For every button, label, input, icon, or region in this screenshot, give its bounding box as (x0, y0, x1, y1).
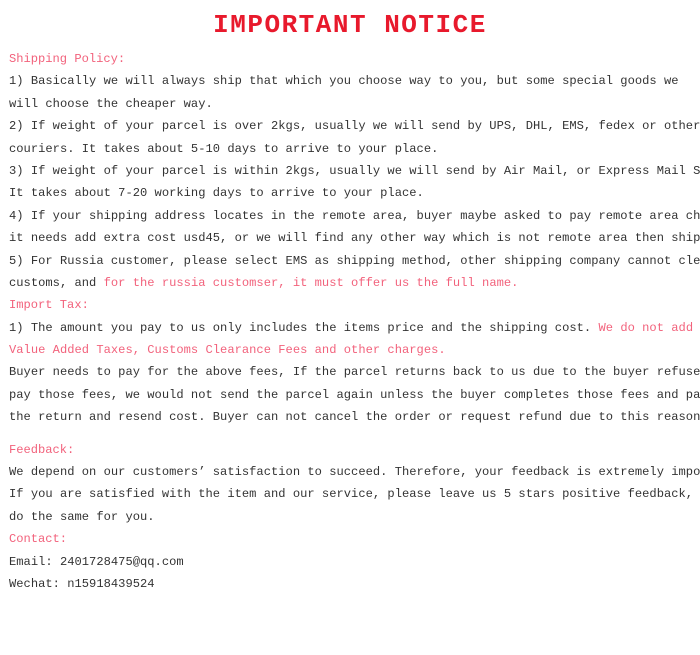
page-title: IMPORTANT NOTICE (213, 10, 487, 40)
section-heading: Feedback: (9, 442, 75, 457)
notice-line: the return and resend cost. Buyer can no… (9, 406, 700, 428)
notice-line: 1) Basically we will always ship that wh… (9, 70, 692, 92)
notice-line: do the same for you. (9, 506, 692, 528)
body-text: it needs add extra cost usd45, or we wil… (9, 231, 700, 246)
notice-line: 4) If your shipping address locates in t… (9, 205, 700, 227)
notice-line: Buyer needs to pay for the above fees, I… (9, 361, 700, 383)
notice-line: it needs add extra cost usd45, or we wil… (9, 227, 700, 249)
notice-line: customs, and for the russia customser, i… (9, 272, 692, 294)
notice-line: pay those fees, we would not send the pa… (9, 384, 700, 406)
body-text: Buyer needs to pay for the above fees, I… (9, 365, 700, 380)
notice-line: 2) If weight of your parcel is over 2kgs… (9, 115, 700, 137)
notice-line: If you are satisfied with the item and o… (9, 483, 693, 505)
body-text: do the same for you. (9, 509, 155, 524)
notice-section: Feedback: We depend on our customers’ sat… (9, 439, 700, 529)
body-text: will choose the cheaper way. (9, 96, 213, 111)
body-text: It takes about 7-20 working days to arri… (9, 186, 424, 201)
notice-line: We depend on our customers’ satisfaction… (9, 461, 700, 483)
notice-body: Shipping Policy: 1) Basically we will alw… (0, 48, 700, 595)
notice-page: IMPORTANT NOTICE Shipping Policy: 1) Basi… (0, 0, 700, 655)
body-text: Email: 2401728475@qq.com (9, 554, 184, 569)
body-text: 1) Basically we will always ship that wh… (9, 74, 679, 89)
body-text: 5) For Russia customer, please select EM… (9, 253, 700, 268)
body-text: the return and resend cost. Buyer can no… (9, 410, 700, 425)
emphasis-text: for the russia customser, it must offer … (103, 275, 519, 290)
body-text: couriers. It takes about 5-10 days to ar… (9, 141, 439, 156)
notice-line: will choose the cheaper way. (9, 93, 692, 115)
section-heading: Import Tax: (9, 298, 89, 313)
notice-line: It takes about 7-20 working days to arri… (9, 182, 692, 204)
body-text: We depend on our customers’ satisfaction… (9, 465, 700, 480)
body-text: 2) If weight of your parcel is over 2kgs… (9, 119, 700, 134)
notice-line: 3) If weight of your parcel is within 2k… (9, 160, 700, 182)
notice-line: Wechat: n15918439524 (9, 573, 692, 595)
notice-section: Import Tax: 1) The amount you pay to us o… (9, 294, 700, 428)
notice-section: Shipping Policy: 1) Basically we will alw… (9, 48, 700, 294)
notice-line: 5) For Russia customer, please select EM… (9, 250, 700, 272)
section-heading: Shipping Policy: (9, 52, 126, 66)
body-text: If you are satisfied with the item and o… (9, 487, 694, 502)
body-text: 1) The amount you pay to us only include… (9, 320, 599, 335)
notice-line: Value Added Taxes, Customs Clearance Fee… (9, 339, 692, 361)
body-text: 4) If your shipping address locates in t… (9, 208, 700, 223)
notice-section: Contact: Email: 2401728475@qq.com Wechat: … (9, 528, 692, 595)
section-heading: Contact: (9, 532, 68, 547)
body-text: 3) If weight of your parcel is within 2k… (9, 163, 700, 178)
body-text: customs, and (9, 275, 104, 290)
emphasis-text: Value Added Taxes, Customs Clearance Fee… (9, 343, 446, 358)
notice-line: Email: 2401728475@qq.com (9, 551, 692, 573)
notice-line: 1) The amount you pay to us only include… (9, 317, 693, 339)
emphasis-text: We do not add Duties, (598, 320, 694, 335)
body-text: Wechat: n15918439524 (9, 576, 155, 591)
body-text: pay those fees, we would not send the pa… (9, 387, 700, 402)
notice-line: couriers. It takes about 5-10 days to ar… (9, 138, 692, 160)
